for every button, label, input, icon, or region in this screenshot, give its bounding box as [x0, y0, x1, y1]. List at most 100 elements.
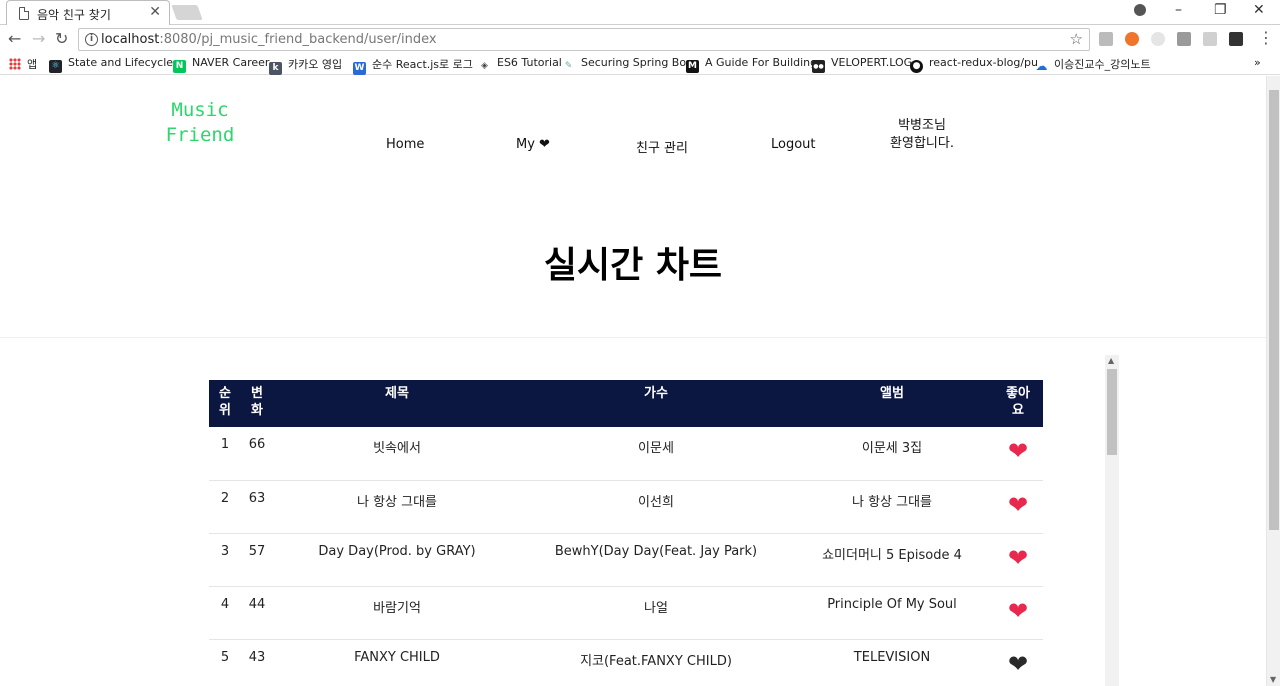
logo-line-2: Friend [165, 124, 235, 146]
bookmark-star-icon[interactable]: ☆ [1070, 30, 1083, 48]
header-album: 앨범 [880, 386, 904, 401]
menu-kebab-icon[interactable]: ⋮ [1258, 28, 1274, 47]
naver-icon: N [173, 60, 186, 73]
site-logo[interactable]: Music Friend [163, 98, 237, 148]
cloud-icon: ☁ [1035, 59, 1048, 73]
chart-table-container: 순위 변화 제목 가수 앨범 좋아 요 1 66 빗속에서 이문세 이문세 3집 … [209, 380, 1043, 686]
close-window-icon[interactable]: ✕ [1253, 2, 1265, 18]
title-cell[interactable]: 빗속에서 [273, 427, 521, 481]
artist-cell: 이문세 [521, 427, 791, 481]
kakao-k-icon: k [269, 62, 282, 75]
bookmark-item[interactable]: ☁ 이승진교수_강의노트 [1035, 56, 1151, 73]
new-tab-button[interactable] [171, 5, 203, 20]
table-header-row: 순위 변화 제목 가수 앨범 좋아 요 [209, 380, 1043, 427]
bookmark-item[interactable]: ◈ ES6 Tutorial [478, 56, 562, 73]
bookmark-item[interactable]: N NAVER Career [173, 56, 269, 73]
bookmark-item[interactable]: k 카카오 영입 [269, 56, 342, 75]
table-scrollbar[interactable]: ▲ [1105, 355, 1119, 686]
address-bar[interactable]: i localhost:8080/pj_music_friend_backend… [78, 28, 1090, 51]
github-icon: ● [910, 60, 923, 73]
rank-cell: 3 [209, 533, 241, 587]
restore-icon[interactable]: ❐ [1214, 2, 1227, 18]
extension-box-icon[interactable] [1177, 32, 1191, 46]
bookmark-item[interactable]: W 순수 React.js로 로그 [353, 56, 473, 75]
minimize-icon[interactable]: – [1175, 2, 1182, 18]
bookmark-item[interactable]: ●● VELOPERT.LOG [812, 56, 912, 73]
nav-home[interactable]: Home [386, 137, 424, 152]
change-cell: 66 [241, 427, 273, 481]
page-scrollbar[interactable]: ▼ [1266, 76, 1280, 686]
heart-icon[interactable]: ❤ [1008, 493, 1028, 517]
w-icon: W [353, 62, 366, 75]
artist-cell: BewhY(Day Day(Feat. Jay Park) [521, 533, 791, 587]
url-text[interactable]: localhost:8080/pj_music_friend_backend/u… [101, 32, 437, 47]
extension-orange-icon[interactable] [1125, 32, 1139, 46]
header-change: 변화 [251, 386, 263, 418]
heart-icon[interactable]: ❤ [1008, 439, 1028, 463]
artist-cell: 나얼 [521, 586, 791, 640]
page-title: 실시간 차트 [543, 245, 723, 286]
album-cell: 쇼미더머니 5 Episode 4 [791, 533, 993, 587]
page-icon [19, 7, 29, 20]
like-cell: ❤ [993, 427, 1043, 481]
reload-icon[interactable]: ↻ [55, 29, 68, 48]
bookmark-item[interactable]: ✎ Securing Spring Boo [562, 56, 693, 73]
browser-tab[interactable]: 음악 친구 찾기 ✕ [6, 0, 170, 25]
bookmark-item[interactable]: ⚛ State and Lifecycle - [49, 56, 181, 73]
page-scroll-thumb[interactable] [1269, 90, 1279, 530]
extension-dark-icon[interactable] [1229, 32, 1243, 46]
rank-cell: 4 [209, 586, 241, 640]
es6-diamond-icon: ◈ [481, 61, 488, 71]
more-bookmarks-icon[interactable]: » [1254, 56, 1261, 69]
extension-cast-icon[interactable] [1203, 32, 1217, 46]
change-cell: 57 [241, 533, 273, 587]
forward-icon[interactable]: → [32, 29, 45, 48]
change-cell: 43 [241, 639, 273, 686]
title-cell[interactable]: 바람기억 [273, 586, 521, 640]
account-icon[interactable] [1134, 4, 1146, 16]
back-icon[interactable]: ← [8, 29, 21, 48]
medium-icon: M [686, 60, 699, 73]
album-cell: 나 항상 그대를 [791, 480, 993, 534]
welcome-line-2: 환영합니다. [890, 136, 954, 151]
welcome-message: 박병조님 환영합니다. [880, 117, 964, 153]
album-cell: TELEVISION [791, 639, 993, 686]
rank-cell: 1 [209, 427, 241, 481]
artist-cell: 이선희 [521, 480, 791, 534]
bookmark-apps[interactable]: 앱 [9, 56, 37, 72]
table-row: 3 57 Day Day(Prod. by GRAY) BewhY(Day Da… [209, 533, 1043, 587]
scroll-up-icon[interactable]: ▲ [1108, 356, 1114, 365]
scroll-down-icon[interactable]: ▼ [1270, 675, 1276, 684]
bookmark-item[interactable]: ● react-redux-blog/pu [910, 56, 1038, 73]
chart-table: 순위 변화 제목 가수 앨범 좋아 요 1 66 빗속에서 이문세 이문세 3집 … [209, 380, 1043, 686]
rank-cell: 2 [209, 480, 241, 534]
logo-line-1: Music [171, 99, 229, 121]
extension-gray-icon[interactable] [1151, 32, 1165, 46]
welcome-line-1: 박병조님 [898, 118, 946, 133]
header-like: 좋아 요 [1006, 386, 1030, 418]
like-cell: ❤ [993, 586, 1043, 640]
divider [0, 337, 1266, 338]
spring-icon: ✎ [564, 61, 573, 71]
extension-pdf-icon[interactable] [1099, 32, 1113, 46]
nav-my[interactable]: My ❤ [516, 137, 550, 152]
album-cell: 이문세 3집 [791, 427, 993, 481]
table-row: 1 66 빗속에서 이문세 이문세 3집 ❤ [209, 427, 1043, 481]
heart-icon[interactable]: ❤ [1008, 599, 1028, 623]
nav-friends[interactable]: 친구 관리 [636, 137, 688, 156]
nav-logout[interactable]: Logout [771, 137, 816, 152]
title-cell[interactable]: 나 항상 그대를 [273, 480, 521, 534]
info-icon[interactable]: i [85, 33, 98, 46]
velopert-icon: ●● [812, 60, 825, 73]
browser-tab-strip: 음악 친구 찾기 ✕ – ❐ ✕ [0, 0, 1280, 25]
title-cell[interactable]: Day Day(Prod. by GRAY) [273, 533, 521, 587]
tab-title: 음악 친구 찾기 [37, 8, 111, 22]
table-scroll-thumb[interactable] [1107, 369, 1117, 455]
title-cell[interactable]: FANXY CHILD [273, 639, 521, 686]
heart-icon[interactable]: ❤ [1008, 546, 1028, 570]
header-rank: 순위 [219, 386, 231, 418]
tab-close-icon[interactable]: ✕ [149, 4, 161, 20]
heart-icon[interactable]: ❤ [1008, 652, 1028, 676]
bookmark-item[interactable]: MA Guide For Building [686, 56, 817, 73]
like-cell: ❤ [993, 639, 1043, 686]
